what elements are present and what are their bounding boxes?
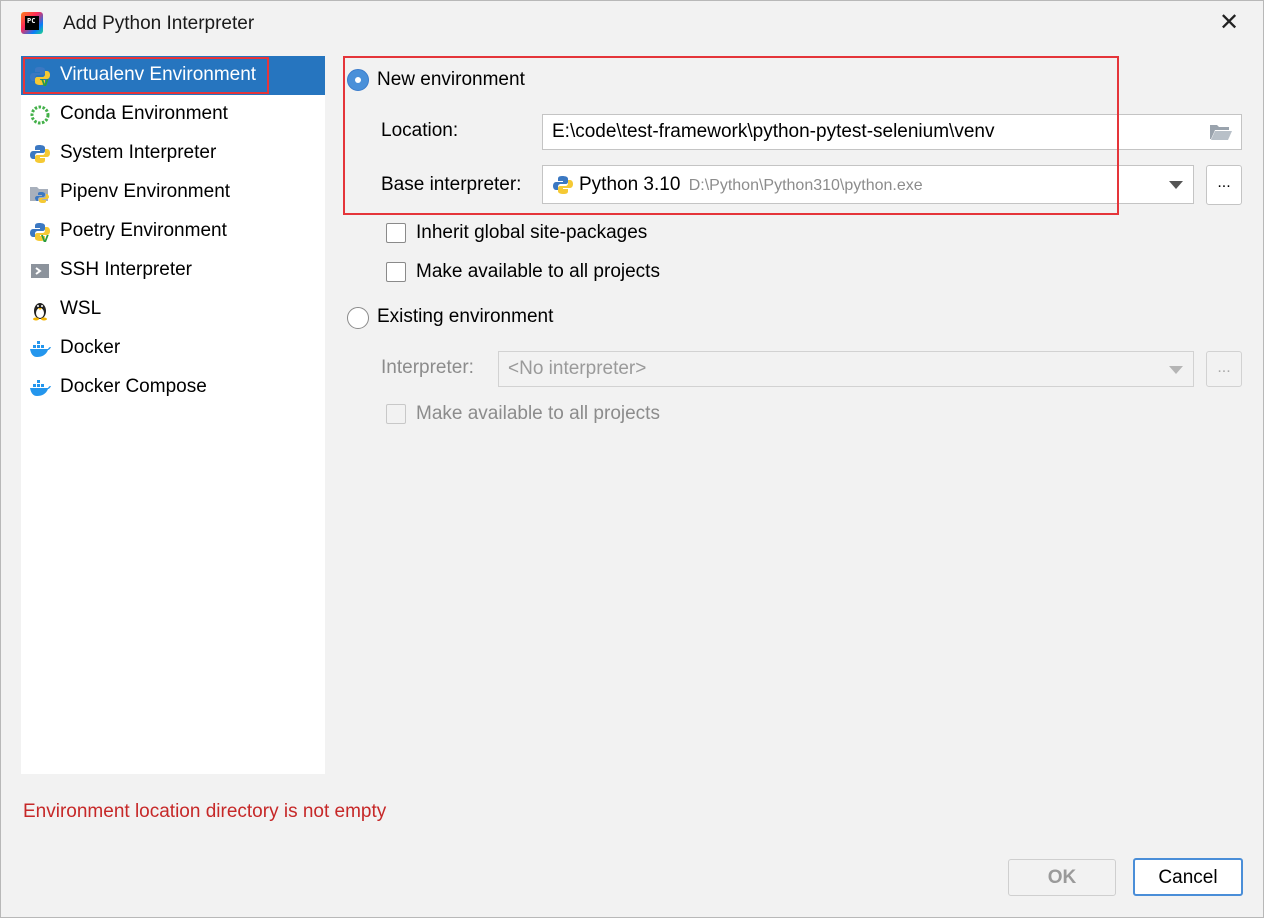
list-item-virtualenv[interactable]: V Virtualenv Environment (21, 56, 325, 95)
list-item-label: Conda Environment (60, 103, 228, 124)
location-value: E:\code\test-framework\python-pytest-sel… (552, 121, 995, 142)
existing-make-available-label: Make available to all projects (416, 403, 660, 424)
conda-icon (30, 105, 50, 125)
base-interpreter-name: Python 3.10 (579, 174, 681, 195)
add-python-interpreter-dialog: PC Add Python Interpreter ✕ V Virtualenv… (0, 0, 1264, 918)
list-item-label: Pipenv Environment (60, 181, 231, 202)
list-item-label: Docker (60, 337, 121, 358)
list-item-pipenv[interactable]: Pipenv Environment (21, 173, 325, 212)
base-interpreter-combo[interactable]: Python 3.10 D:\Python\Python310\python.e… (542, 165, 1194, 204)
list-item-label: System Interpreter (60, 142, 217, 163)
list-item-docker-compose[interactable]: Docker Compose (21, 368, 325, 407)
new-environment-radio[interactable] (347, 69, 369, 91)
list-item-poetry[interactable]: V Poetry Environment (21, 212, 325, 251)
make-available-label: Make available to all projects (416, 261, 660, 282)
folder-icon[interactable] (1209, 122, 1233, 142)
error-message: Environment location directory is not em… (23, 801, 387, 822)
cancel-button[interactable]: Cancel (1133, 858, 1243, 896)
list-item-docker[interactable]: Docker (21, 329, 325, 368)
list-item-label: SSH Interpreter (60, 259, 192, 280)
close-button[interactable]: ✕ (1213, 9, 1245, 39)
location-label: Location: (381, 120, 459, 141)
new-environment-label: New environment (377, 69, 525, 90)
browse-base-interpreter-button[interactable]: ... (1206, 165, 1242, 205)
base-interpreter-label: Base interpreter: (381, 174, 522, 195)
python-virtualenv-icon: V (30, 67, 50, 87)
existing-interpreter-value: <No interpreter> (508, 358, 647, 379)
browse-existing-interpreter-button[interactable]: ... (1206, 351, 1242, 387)
pycharm-logo-icon: PC (21, 12, 43, 34)
base-interpreter-path: D:\Python\Python310\python.exe (688, 177, 923, 194)
list-item-ssh[interactable]: SSH Interpreter (21, 251, 325, 290)
poetry-icon: V (30, 223, 50, 243)
title-bar: PC Add Python Interpreter ✕ (1, 1, 1263, 47)
docker-compose-icon (30, 380, 51, 396)
interpreter-label: Interpreter: (381, 357, 474, 378)
chevron-down-icon[interactable] (1169, 181, 1183, 189)
interpreter-type-list: V Virtualenv Environment Conda Environme… (21, 56, 325, 774)
chevron-down-icon[interactable] (1169, 366, 1183, 374)
existing-environment-label: Existing environment (377, 306, 554, 327)
list-item-conda[interactable]: Conda Environment (21, 95, 325, 134)
list-item-label: WSL (60, 298, 102, 319)
inherit-global-label: Inherit global site-packages (416, 222, 648, 243)
existing-interpreter-combo[interactable]: <No interpreter> (498, 351, 1194, 387)
list-item-wsl[interactable]: WSL (21, 290, 325, 329)
make-available-checkbox[interactable] (386, 262, 406, 282)
list-item-system[interactable]: System Interpreter (21, 134, 325, 173)
svg-text:V: V (41, 234, 49, 243)
docker-icon (30, 341, 51, 357)
python-icon (30, 145, 50, 163)
existing-make-available-checkbox[interactable] (386, 404, 406, 424)
list-item-label: Virtualenv Environment (60, 64, 257, 85)
inherit-global-checkbox[interactable] (386, 223, 406, 243)
location-field[interactable]: E:\code\test-framework\python-pytest-sel… (542, 114, 1242, 150)
ok-button[interactable]: OK (1008, 859, 1116, 896)
existing-environment-radio[interactable] (347, 307, 369, 329)
list-item-label: Poetry Environment (60, 220, 227, 241)
list-item-label: Docker Compose (60, 376, 207, 397)
pipenv-icon (30, 187, 49, 203)
dialog-title: Add Python Interpreter (63, 13, 255, 34)
svg-text:V: V (41, 78, 49, 87)
linux-penguin-icon (33, 303, 47, 321)
ssh-icon (31, 264, 49, 278)
python-icon (553, 176, 573, 194)
